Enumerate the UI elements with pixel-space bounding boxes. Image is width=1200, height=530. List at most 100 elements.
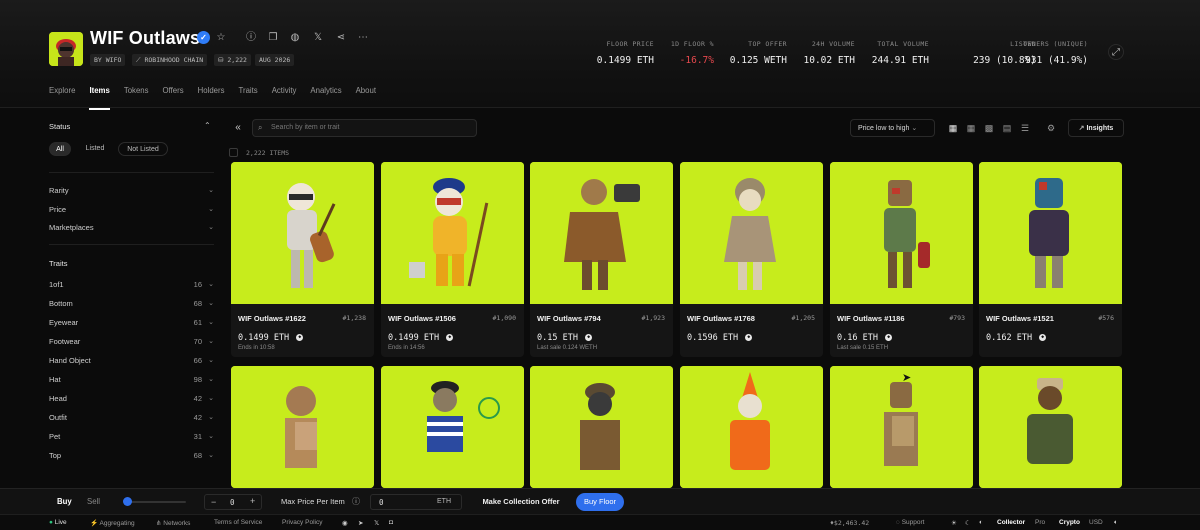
nft-image — [979, 162, 1122, 304]
tab-about[interactable]: About — [356, 86, 376, 104]
nft-image — [231, 366, 374, 488]
tab-activity[interactable]: Activity — [272, 86, 297, 104]
discord-icon[interactable]: ◉ — [342, 519, 348, 527]
sell-tab[interactable]: Sell — [87, 497, 100, 506]
nft-card[interactable] — [830, 366, 973, 488]
chain-label: ROBINHOOD CHAIN — [144, 56, 204, 64]
nft-card[interactable]: WIF Outlaws #1622 #1,238 0.1499 ETH ◆ En… — [231, 162, 374, 357]
trait-row[interactable]: Pet 31 ⌄ — [49, 432, 214, 441]
sun-icon[interactable]: ☀ — [951, 519, 957, 527]
quantity-stepper[interactable]: − 0 + — [204, 494, 262, 510]
tab-items[interactable]: Items — [89, 86, 111, 110]
sweep-slider-track[interactable] — [124, 501, 186, 503]
nft-card[interactable]: WIF Outlaws #1506 #1,090 0.1499 ETH ◆ En… — [381, 162, 524, 357]
more-icon[interactable]: ⋯ — [356, 31, 370, 45]
telegram-icon[interactable]: ➤ — [358, 519, 363, 527]
chevron-down-icon: ⌄ — [208, 281, 214, 288]
moon-icon[interactable]: ☾ — [965, 519, 971, 527]
expand-icon[interactable]: ⤢ — [1108, 44, 1124, 60]
buy-floor-button[interactable]: Buy Floor — [576, 493, 624, 511]
tab-offers[interactable]: Offers — [163, 86, 184, 104]
nft-card[interactable] — [979, 366, 1122, 488]
globe-icon[interactable]: ◍ — [288, 31, 302, 45]
filter-price[interactable]: Price ⌄ — [49, 205, 214, 214]
instagram-icon[interactable]: ◘ — [389, 519, 393, 526]
minus-icon[interactable]: − — [211, 497, 216, 507]
eth-icon: ◆ — [885, 334, 893, 341]
trait-row[interactable]: Bottom 68 ⌄ — [49, 299, 214, 308]
stat-value: 0.125 WETH — [729, 55, 787, 66]
creator-chip[interactable]: BY WIFO — [90, 54, 126, 66]
chevron-down-icon: ⌄ — [208, 338, 214, 345]
chevron-up-icon[interactable]: ⌃ — [204, 121, 211, 130]
nft-card[interactable]: WIF Outlaws #1768 #1,205 0.1596 ETH ◆ — [680, 162, 823, 357]
buy-tab[interactable]: Buy — [57, 497, 72, 506]
status-listed[interactable]: Listed — [78, 142, 112, 156]
contrast-icon[interactable]: ◐ — [979, 519, 983, 526]
trait-row[interactable]: Footwear 70 ⌄ — [49, 337, 214, 346]
insights-button[interactable]: ↗ Insights — [1068, 119, 1124, 137]
star-icon[interactable]: ☆ — [214, 31, 228, 45]
networks-link[interactable]: ⋔ Networks — [156, 519, 190, 527]
grid-small-icon[interactable]: ▩ — [982, 121, 996, 135]
grid-medium-icon[interactable]: ▦ — [964, 121, 978, 135]
nft-card[interactable]: WIF Outlaws #794 #1,923 0.15 ETH ◆ Last … — [530, 162, 673, 357]
tab-traits[interactable]: Traits — [239, 86, 258, 104]
privacy-link[interactable]: Privacy Policy — [282, 519, 322, 526]
currency-usd[interactable]: USD — [1089, 519, 1103, 526]
plus-icon[interactable]: + — [250, 496, 255, 506]
status-not-listed[interactable]: Not Listed — [118, 142, 168, 156]
collapse-sidebar-icon[interactable]: « — [231, 121, 245, 135]
currency-crypto[interactable]: Crypto — [1059, 519, 1080, 526]
trait-row[interactable]: Outfit 42 ⌄ — [49, 413, 214, 422]
trait-name: Bottom — [49, 299, 73, 308]
tab-explore[interactable]: Explore — [49, 86, 75, 104]
sweep-slider-handle[interactable] — [123, 497, 132, 506]
tab-holders[interactable]: Holders — [198, 86, 225, 104]
chevron-down-icon: ⌄ — [208, 224, 214, 231]
table-view-icon[interactable]: ☰ — [1018, 121, 1032, 135]
share-icon[interactable]: ⋖ — [334, 31, 348, 45]
nft-card[interactable]: WIF Outlaws #1186 #793 0.16 ETH ◆ Last s… — [830, 162, 973, 357]
tab-analytics[interactable]: Analytics — [310, 86, 341, 104]
info-icon[interactable]: ⓘ — [244, 31, 258, 45]
volume-icon[interactable]: 🔈︎ — [1114, 519, 1118, 527]
mode-collector[interactable]: Collector — [997, 519, 1025, 526]
search-input[interactable]: ⌕ Search by item or trait — [252, 119, 477, 137]
filter-rarity[interactable]: Rarity ⌄ — [49, 186, 214, 195]
trait-row[interactable]: Top 68 ⌄ — [49, 451, 214, 460]
aggregating-status[interactable]: ⚡ Aggregating — [90, 519, 135, 527]
settings-icon[interactable]: ⚙ — [1044, 121, 1058, 135]
mode-pro[interactable]: Pro — [1035, 519, 1045, 526]
nft-card[interactable] — [231, 366, 374, 488]
trait-row[interactable]: 1of1 16 ⌄ — [49, 280, 214, 289]
copy-icon[interactable]: ❐ — [266, 31, 280, 45]
max-price-input[interactable]: 0 ETH — [370, 494, 462, 510]
rarity-rank: #576 — [1098, 314, 1114, 322]
list-view-icon[interactable]: ▤ — [1000, 121, 1014, 135]
trait-row[interactable]: Hat 98 ⌄ — [49, 375, 214, 384]
nft-card[interactable] — [381, 366, 524, 488]
divider — [49, 244, 214, 245]
x-icon[interactable]: 𝕏 — [374, 519, 379, 527]
divider — [49, 172, 214, 173]
trait-row[interactable]: Hand Object 66 ⌄ — [49, 356, 214, 365]
chain-chip[interactable]: ⟋ ROBINHOOD CHAIN — [132, 54, 208, 66]
nft-card[interactable]: WIF Outlaws #1521 #576 0.162 ETH ◆ — [979, 162, 1122, 357]
nft-card[interactable] — [530, 366, 673, 488]
tab-tokens[interactable]: Tokens — [124, 86, 149, 104]
trait-row[interactable]: Head 42 ⌄ — [49, 394, 214, 403]
x-icon[interactable]: 𝕏 — [311, 31, 325, 45]
price-value: 0.1596 ETH — [687, 333, 739, 343]
nft-card[interactable] — [680, 366, 823, 488]
terms-link[interactable]: Terms of Service — [214, 519, 262, 526]
filter-marketplaces[interactable]: Marketplaces ⌄ — [49, 223, 214, 232]
info-icon[interactable]: ⓘ — [352, 496, 360, 507]
status-all[interactable]: All — [49, 142, 71, 156]
support-link[interactable]: ◌ Support — [896, 519, 924, 526]
select-all-checkbox[interactable] — [229, 148, 238, 157]
trait-row[interactable]: Eyewear 61 ⌄ — [49, 318, 214, 327]
grid-large-icon[interactable]: ▦ — [946, 121, 960, 135]
make-collection-offer-button[interactable]: Make Collection Offer — [474, 494, 568, 510]
sort-dropdown[interactable]: Price low to high ⌄ — [850, 119, 935, 137]
